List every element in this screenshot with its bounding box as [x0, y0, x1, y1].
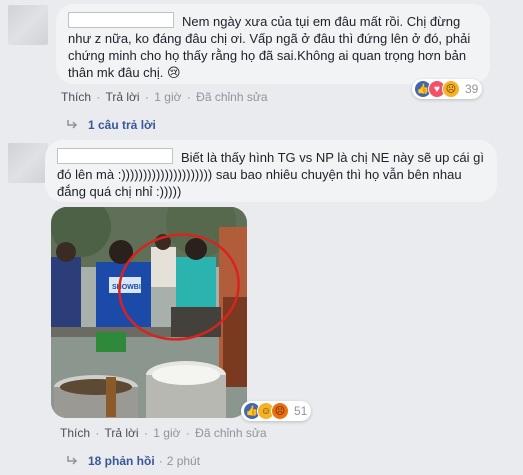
angry-icon: ☹ [271, 402, 289, 420]
view-replies-link[interactable]: 1 câu trả lời [66, 118, 156, 132]
reaction-summary[interactable]: 👍 ♥ ☹ 39 [412, 79, 483, 99]
reply-link[interactable]: Trả lời [105, 90, 139, 104]
reply-link[interactable]: Trả lời [104, 426, 138, 440]
comment-photo[interactable]: SHOWBIZ [51, 207, 247, 418]
comment-bubble: Nem ngày xưa của tụi em đâu mất rồi. Chị… [56, 4, 490, 84]
view-replies-link[interactable]: 18 phản hồi · 2 phút [66, 454, 200, 468]
like-link[interactable]: Thích [61, 90, 91, 104]
comment-time[interactable]: 1 giờ [153, 426, 180, 440]
comment-actions: Thích · Trả lời · 1 giờ · Đã chỉnh sửa [60, 426, 267, 440]
like-link[interactable]: Thích [60, 426, 90, 440]
comment-bubble: Biết là thấy hình TG vs NP là chị NE này… [45, 140, 497, 202]
commenter-avatar[interactable] [8, 143, 48, 183]
photo-watermark: SHOWBIZ [112, 284, 146, 291]
photo-image: SHOWBIZ [51, 207, 247, 418]
reply-arrow-icon [67, 120, 78, 129]
reaction-summary[interactable]: 👍 ☺ ☹ 51 [241, 401, 312, 421]
edited-label[interactable]: Đã chỉnh sửa [196, 90, 267, 104]
replies-count-label: 1 câu trả lời [88, 118, 156, 132]
comment-actions: Thích · Trả lời · 1 giờ · Đã chỉnh sửa [61, 90, 268, 104]
reaction-count: 51 [294, 404, 308, 418]
edited-label[interactable]: Đã chỉnh sửa [195, 426, 266, 440]
sad-icon: ☹ [442, 80, 460, 98]
replies-count-label: 18 phản hồi [88, 454, 155, 468]
commenter-avatar[interactable] [8, 5, 48, 45]
commenter-name-redacted[interactable] [57, 148, 173, 164]
reply-arrow-icon [67, 456, 78, 465]
commenter-name-redacted[interactable] [68, 12, 174, 28]
reaction-count: 39 [465, 82, 479, 96]
comment-time[interactable]: 1 giờ [154, 90, 181, 104]
replies-time: 2 phút [166, 454, 201, 468]
